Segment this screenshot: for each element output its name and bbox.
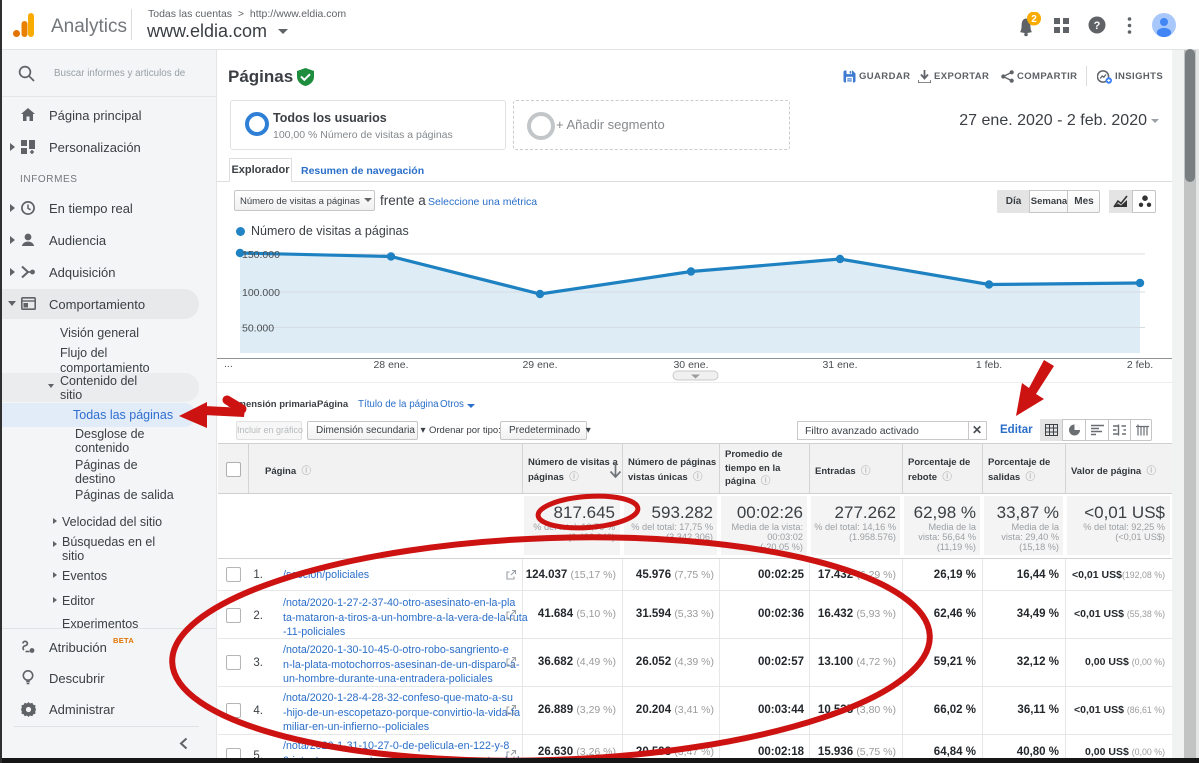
svg-text:31 ene.: 31 ene. xyxy=(822,359,857,371)
svg-text:29 ene.: 29 ene. xyxy=(522,359,557,371)
svg-text:100.000: 100.000 xyxy=(242,287,280,299)
svg-text:...: ... xyxy=(224,358,233,370)
svg-text:50.000: 50.000 xyxy=(242,323,274,335)
svg-text:?: ? xyxy=(1094,20,1101,32)
svg-text:28 ene.: 28 ene. xyxy=(373,359,408,371)
svg-text:2: 2 xyxy=(1031,14,1037,25)
svg-text:30 ene.: 30 ene. xyxy=(673,359,708,371)
svg-text:2 feb.: 2 feb. xyxy=(1127,359,1153,371)
svg-text:150.000: 150.000 xyxy=(242,249,280,261)
svg-text:1 feb.: 1 feb. xyxy=(976,359,1002,371)
